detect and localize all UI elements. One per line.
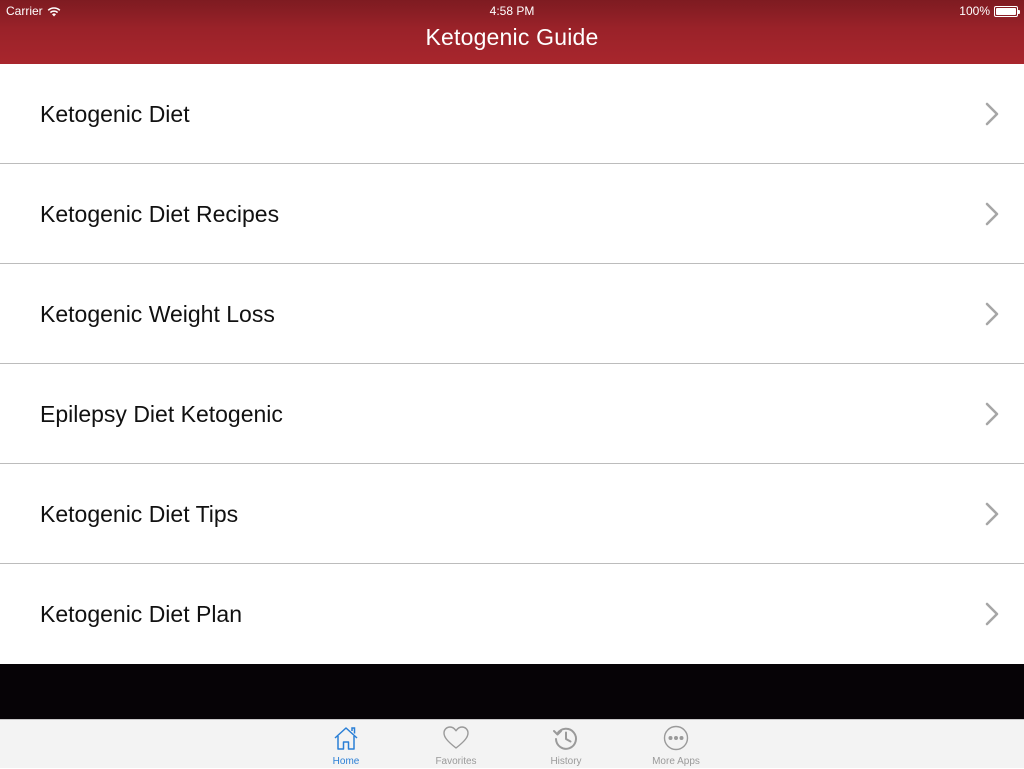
- more-icon: [663, 725, 689, 751]
- chevron-right-icon: [985, 502, 999, 526]
- chevron-right-icon: [985, 302, 999, 326]
- tab-history-label: History: [550, 756, 582, 767]
- tab-home-label: Home: [332, 756, 360, 767]
- chevron-right-icon: [985, 402, 999, 426]
- navigation-header: Carrier 4:58 PM 100% Ketogenic Guide: [0, 0, 1024, 64]
- status-bar: Carrier 4:58 PM 100%: [0, 0, 1024, 22]
- status-time: 4:58 PM: [489, 4, 535, 18]
- battery-icon: [994, 5, 1020, 17]
- chevron-right-icon: [985, 602, 999, 626]
- tab-favorites[interactable]: Favorites: [401, 720, 511, 769]
- list-item-label: Ketogenic Weight Loss: [40, 301, 275, 327]
- page-title: Ketogenic Guide: [425, 24, 599, 50]
- chevron-right-icon: [985, 202, 999, 226]
- list-item-label: Ketogenic Diet Tips: [40, 501, 239, 527]
- tab-favorites-label: Favorites: [435, 756, 477, 767]
- tab-more-apps-label: More Apps: [652, 756, 700, 767]
- battery-indicator: 100%: [959, 0, 1020, 22]
- topic-list: Ketogenic Diet Ketogenic Diet Recipes Ke…: [0, 64, 1024, 664]
- battery-fill: [996, 7, 1016, 15]
- battery-percent: 100%: [959, 4, 990, 18]
- ad-banner-area: [0, 664, 1024, 719]
- list-item[interactable]: Ketogenic Diet Tips: [0, 464, 1024, 564]
- home-icon: [334, 727, 358, 750]
- tab-history[interactable]: History: [511, 720, 621, 769]
- tab-more-apps[interactable]: More Apps: [621, 720, 731, 769]
- list-item[interactable]: Ketogenic Diet Recipes: [0, 164, 1024, 264]
- list-item[interactable]: Ketogenic Diet: [0, 64, 1024, 164]
- heart-icon: [443, 726, 469, 749]
- tab-home[interactable]: Home: [291, 720, 401, 769]
- list-item[interactable]: Ketogenic Diet Plan: [0, 564, 1024, 664]
- chevron-right-icon: [985, 102, 999, 126]
- list-item-label: Ketogenic Diet Recipes: [40, 201, 280, 227]
- list-item[interactable]: Ketogenic Weight Loss: [0, 264, 1024, 364]
- list-item-label: Ketogenic Diet Plan: [40, 601, 243, 627]
- list-item[interactable]: Epilepsy Diet Ketogenic: [0, 364, 1024, 464]
- list-item-label: Ketogenic Diet: [40, 101, 190, 127]
- list-item-label: Epilepsy Diet Ketogenic: [40, 401, 283, 427]
- history-icon: [553, 727, 577, 750]
- tab-bar: Home Favorites History More Apps: [0, 719, 1024, 768]
